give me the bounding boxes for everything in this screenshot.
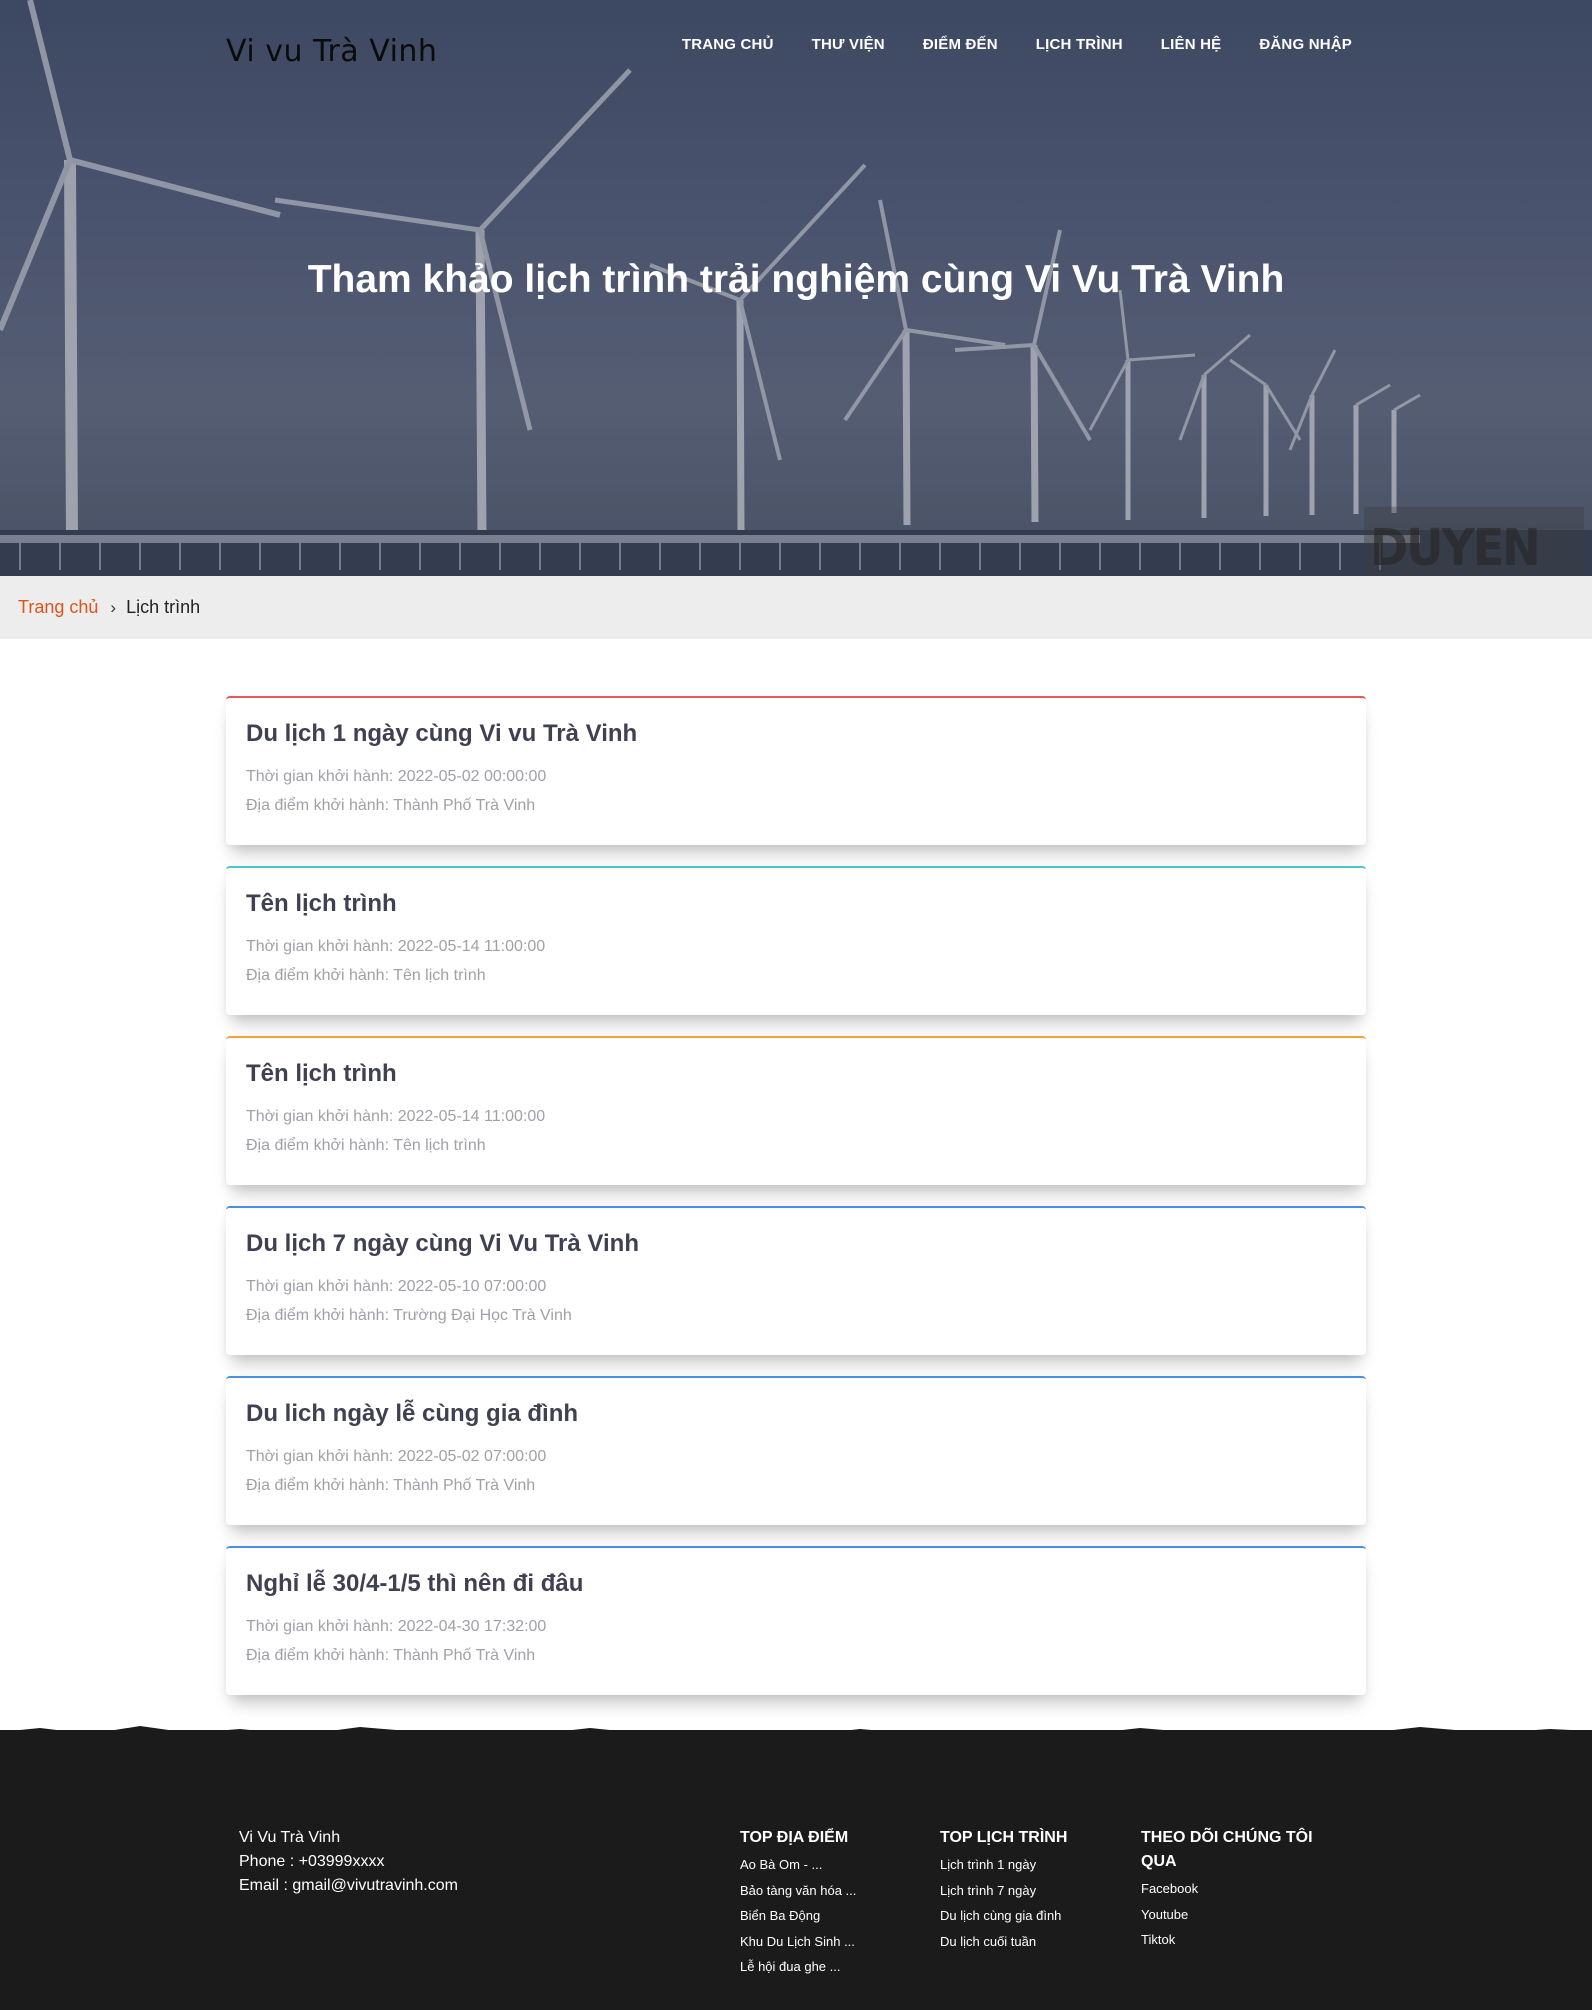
footer-place-link[interactable]: Biển Ba Động [740, 1903, 910, 1929]
image-watermark: DUYEN HAI [1364, 506, 1584, 576]
footer-follow-us: THEO DÕI CHÚNG TÔI QUA Facebook Youtube … [1141, 1826, 1341, 1953]
itinerary-departure-time: Thời gian khởi hành: 2022-05-14 11:00:00 [246, 1108, 546, 1125]
footer-itinerary-link[interactable]: Du lịch cuối tuần [940, 1929, 1120, 1955]
nav-destinations[interactable]: ĐIỂM ĐẾN [923, 36, 998, 53]
footer-itinerary-link[interactable]: Du lịch cùng gia đình [940, 1903, 1120, 1929]
itinerary-title[interactable]: Du lịch 7 ngày cùng Vi Vu Trà Vinh [246, 1230, 1346, 1258]
hero-banner: Vi vu Trà Vinh TRANG CHỦ THƯ VIỆN ĐIỂM Đ… [0, 0, 1592, 576]
itinerary-title[interactable]: Tên lịch trình [246, 1060, 1346, 1088]
nav-home[interactable]: TRANG CHỦ [682, 36, 774, 53]
footer-itinerary-link[interactable]: Lịch trình 1 ngày [940, 1852, 1120, 1878]
itinerary-card[interactable]: Du lich ngày lễ cùng gia đình Thời gian … [226, 1376, 1366, 1525]
hero-title: Tham khảo lịch trình trải nghiệm cùng Vi… [307, 258, 1285, 301]
nav-contact[interactable]: LIÊN HỆ [1161, 36, 1222, 53]
itinerary-card[interactable]: Nghỉ lễ 30/4-1/5 thì nên đi đâu Thời gia… [226, 1546, 1366, 1695]
footer-place-link[interactable]: Khu Du Lịch Sinh ... [740, 1929, 910, 1955]
footer-place-link[interactable]: Ao Bà Om - ... [740, 1852, 910, 1878]
footer-top-places-heading: TOP ĐỊA ĐIỂM [740, 1829, 849, 1846]
itinerary-title[interactable]: Nghỉ lễ 30/4-1/5 thì nên đi đâu [246, 1570, 1346, 1598]
itinerary-departure-time: Thời gian khởi hành: 2022-05-14 11:00:00 [246, 938, 546, 955]
nav-itineraries[interactable]: LỊCH TRÌNH [1036, 36, 1123, 53]
itinerary-card[interactable]: Tên lịch trình Thời gian khởi hành: 2022… [226, 1036, 1366, 1185]
itinerary-departure-place: Địa điểm khởi hành: Tên lịch trình [246, 1137, 486, 1154]
footer-itinerary-link[interactable]: Lịch trình 7 ngày [940, 1878, 1120, 1904]
itinerary-departure-place: Địa điểm khởi hành: Thành Phố Trà Vinh [246, 797, 536, 814]
itinerary-departure-time: Thời gian khởi hành: 2022-05-10 07:00:00 [246, 1278, 547, 1295]
footer-youtube-link[interactable]: Youtube [1141, 1902, 1341, 1928]
footer-follow-heading: THEO DÕI CHÚNG TÔI QUA [1141, 1829, 1313, 1870]
itinerary-departure-place: Địa điểm khởi hành: Tên lịch trình [246, 967, 486, 984]
itinerary-departure-place: Địa điểm khởi hành: Thành Phố Trà Vinh [246, 1477, 536, 1494]
breadcrumb-home-link[interactable]: Trang chủ [18, 597, 98, 618]
footer-site-name: Vi Vu Trà Vinh [239, 1829, 341, 1846]
breadcrumb-current: Lịch trình [126, 597, 201, 617]
footer-email: Email : gmail@vivutravinh.com [239, 1877, 458, 1894]
footer-facebook-link[interactable]: Facebook [1141, 1876, 1341, 1902]
itinerary-departure-time: Thời gian khởi hành: 2022-05-02 00:00:00 [246, 768, 547, 785]
footer-torn-edge [0, 1726, 1592, 1752]
site-footer: Vi Vu Trà Vinh Phone : +03999xxxx Email … [0, 1726, 1592, 2010]
footer-place-link[interactable]: Lễ hội đua ghe ... [740, 1954, 910, 1980]
itinerary-departure-time: Thời gian khởi hành: 2022-04-30 17:32:00 [246, 1618, 547, 1635]
footer-top-places: TOP ĐỊA ĐIỂM Ao Bà Om - ... Bảo tàng văn… [740, 1826, 910, 1980]
site-logo[interactable]: Vi vu Trà Vinh [226, 34, 437, 69]
footer-phone: Phone : +03999xxxx [239, 1853, 385, 1870]
itinerary-card[interactable]: Du lịch 7 ngày cùng Vi Vu Trà Vinh Thời … [226, 1206, 1366, 1355]
breadcrumb: Trang chủ › Lịch trình [0, 576, 1592, 639]
main-nav: TRANG CHỦ THƯ VIỆN ĐIỂM ĐẾN LỊCH TRÌNH L… [682, 36, 1352, 53]
footer-about: Vi Vu Trà Vinh Phone : +03999xxxx Email … [239, 1826, 458, 1898]
footer-tiktok-link[interactable]: Tiktok [1141, 1927, 1341, 1953]
itinerary-departure-place: Địa điểm khởi hành: Thành Phố Trà Vinh [246, 1647, 536, 1664]
footer-top-itineraries: TOP LỊCH TRÌNH Lịch trình 1 ngày Lịch tr… [940, 1826, 1120, 1954]
breadcrumb-separator: › [110, 597, 117, 617]
itinerary-card[interactable]: Du lịch 1 ngày cùng Vi vu Trà Vinh Thời … [226, 696, 1366, 845]
itinerary-title[interactable]: Du lịch 1 ngày cùng Vi vu Trà Vinh [246, 720, 1346, 748]
itinerary-departure-time: Thời gian khởi hành: 2022-05-02 07:00:00 [246, 1448, 547, 1465]
footer-place-link[interactable]: Bảo tàng văn hóa ... [740, 1878, 910, 1904]
itinerary-departure-place: Địa điểm khởi hành: Trường Đại Học Trà V… [246, 1307, 572, 1324]
nav-library[interactable]: THƯ VIỆN [812, 36, 885, 53]
footer-top-itineraries-heading: TOP LỊCH TRÌNH [940, 1829, 1068, 1846]
itinerary-title[interactable]: Tên lịch trình [246, 890, 1346, 918]
nav-login[interactable]: ĐĂNG NHẬP [1259, 36, 1352, 53]
itinerary-list: Du lịch 1 ngày cùng Vi vu Trà Vinh Thời … [226, 696, 1366, 1716]
itinerary-title[interactable]: Du lich ngày lễ cùng gia đình [246, 1400, 1346, 1428]
itinerary-card[interactable]: Tên lịch trình Thời gian khởi hành: 2022… [226, 866, 1366, 1015]
